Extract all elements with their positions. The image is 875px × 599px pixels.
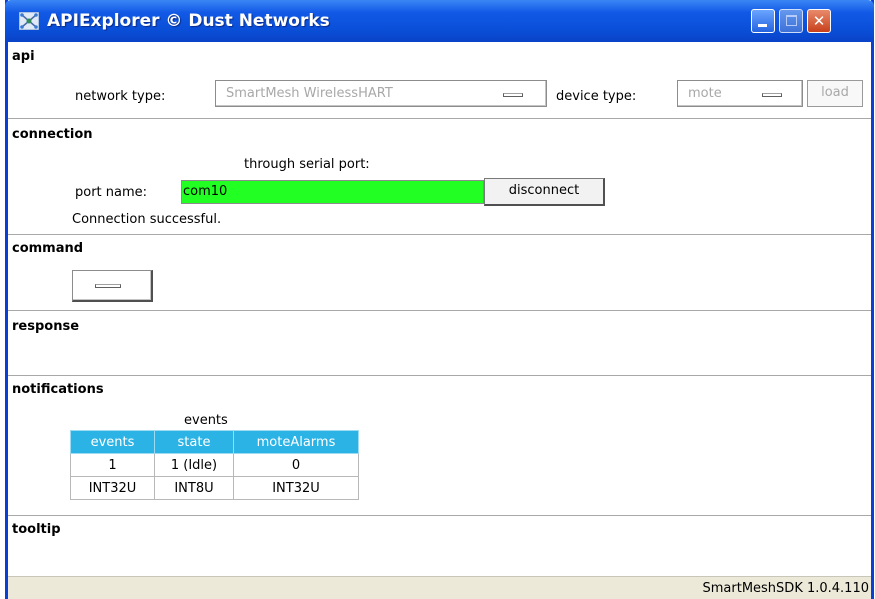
- table-row: 1 1 (Idle) 0: [70, 453, 359, 477]
- network-type-label: network type:: [75, 89, 166, 104]
- dropdown-indicator-icon: [95, 284, 121, 288]
- table-cell[interactable]: INT32U: [233, 476, 359, 500]
- through-serial-port-label: through serial port:: [244, 157, 370, 172]
- network-app-icon: [19, 12, 39, 30]
- column-header-motealarms[interactable]: moteAlarms: [233, 430, 359, 454]
- port-name-label: port name:: [75, 185, 148, 200]
- load-button[interactable]: load: [807, 80, 863, 107]
- title-bar[interactable]: APIExplorer © Dust Networks ✕: [5, 0, 874, 42]
- api-section: api network type: SmartMesh WirelessHART…: [8, 42, 871, 118]
- tooltip-section-title: tooltip: [12, 522, 61, 537]
- maximize-button[interactable]: [779, 9, 803, 33]
- network-type-value: SmartMesh WirelessHART: [226, 86, 393, 101]
- network-type-dropdown[interactable]: SmartMesh WirelessHART: [215, 80, 547, 107]
- disconnect-button[interactable]: disconnect: [484, 178, 605, 206]
- close-icon: ✕: [812, 12, 826, 30]
- table-header-row: events state moteAlarms: [70, 430, 359, 454]
- connection-section: connection through serial port: port nam…: [8, 118, 871, 234]
- column-header-state[interactable]: state: [154, 430, 234, 454]
- device-type-dropdown[interactable]: mote: [677, 80, 803, 107]
- sdk-version-text: SmartMeshSDK 1.0.4.110: [702, 581, 870, 596]
- notifications-section: notifications events events state moteAl…: [8, 375, 871, 515]
- events-table-caption: events: [184, 413, 228, 428]
- response-section: response: [8, 310, 871, 375]
- status-bar: SmartMeshSDK 1.0.4.110: [8, 576, 871, 599]
- table-cell[interactable]: 1 (Idle): [154, 453, 234, 477]
- minimize-icon: [758, 24, 767, 27]
- column-header-events[interactable]: events: [70, 430, 155, 454]
- command-section-title: command: [12, 241, 84, 256]
- connection-status-text: Connection successful.: [72, 212, 222, 227]
- events-table: events state moteAlarms 1 1 (Idle) 0 INT…: [70, 430, 359, 500]
- device-type-label: device type:: [556, 89, 637, 104]
- api-section-title: api: [12, 49, 35, 64]
- tooltip-section: tooltip: [8, 515, 871, 576]
- window-title: APIExplorer © Dust Networks: [47, 11, 330, 31]
- dropdown-indicator-icon: [503, 93, 523, 97]
- command-section: command: [8, 234, 871, 310]
- table-cell[interactable]: 1: [70, 453, 155, 477]
- port-name-input[interactable]: com10: [181, 180, 484, 204]
- app-window: APIExplorer © Dust Networks ✕ api networ…: [5, 0, 874, 599]
- table-cell[interactable]: INT32U: [70, 476, 155, 500]
- dropdown-indicator-icon: [762, 93, 782, 97]
- close-button[interactable]: ✕: [807, 9, 831, 33]
- table-row: INT32U INT8U INT32U: [70, 476, 359, 500]
- response-section-title: response: [12, 319, 80, 334]
- command-dropdown[interactable]: [72, 270, 153, 302]
- notifications-section-title: notifications: [12, 382, 104, 397]
- table-cell[interactable]: INT8U: [154, 476, 234, 500]
- device-type-value: mote: [688, 86, 722, 101]
- table-cell[interactable]: 0: [233, 453, 359, 477]
- maximize-icon: [786, 15, 797, 26]
- minimize-button[interactable]: [751, 9, 775, 33]
- connection-section-title: connection: [12, 127, 93, 142]
